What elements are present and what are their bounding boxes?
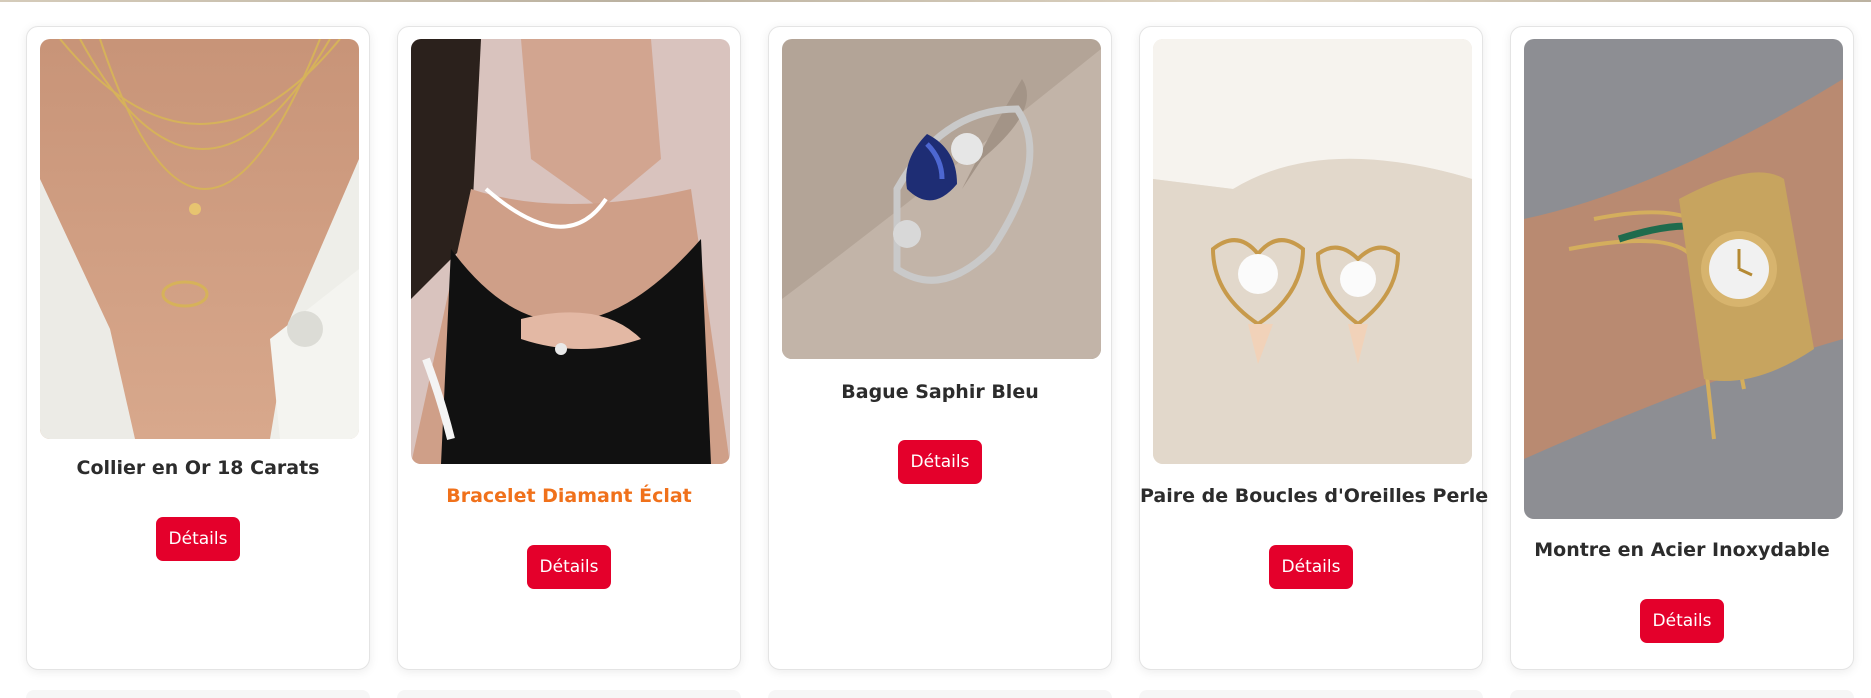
product-title: Collier en Or 18 Carats xyxy=(76,457,320,479)
details-button[interactable]: Détails xyxy=(1640,599,1724,643)
top-banner-edge xyxy=(0,0,1871,2)
product-card-ring[interactable]: Bague Saphir Bleu Détails xyxy=(768,26,1112,670)
details-button[interactable]: Détails xyxy=(156,517,240,561)
necklace-photo xyxy=(40,39,359,439)
product-image-watch[interactable] xyxy=(1524,39,1843,519)
next-row-card-edge xyxy=(768,690,1112,698)
product-image-bracelet[interactable] xyxy=(411,39,730,464)
product-card-bracelet[interactable]: Bracelet Diamant Éclat Détails xyxy=(397,26,741,670)
product-card-necklace[interactable]: Collier en Or 18 Carats Détails xyxy=(26,26,370,670)
product-image-ring[interactable] xyxy=(782,39,1101,359)
bracelet-photo xyxy=(411,39,730,464)
next-row-card-edge xyxy=(1510,690,1854,698)
product-image-necklace[interactable] xyxy=(40,39,359,439)
product-title: Bracelet Diamant Éclat xyxy=(446,485,692,507)
next-row-card-edge xyxy=(1139,690,1483,698)
product-title: Paire de Boucles d'Oreilles Perle xyxy=(1140,485,1489,507)
next-row-card-edge xyxy=(397,690,741,698)
product-card-watch[interactable]: Montre en Acier Inoxydable Détails xyxy=(1510,26,1854,670)
product-grid-page: Collier en Or 18 Carats Détails Bracelet… xyxy=(0,0,1871,698)
earrings-photo xyxy=(1153,39,1472,464)
product-card-earrings[interactable]: Paire de Boucles d'Oreilles Perle Détail… xyxy=(1139,26,1489,670)
details-button[interactable]: Détails xyxy=(1269,545,1353,589)
details-button[interactable]: Détails xyxy=(527,545,611,589)
watch-photo xyxy=(1524,39,1843,519)
next-row-card-edge xyxy=(26,690,370,698)
product-title: Bague Saphir Bleu xyxy=(841,381,1039,403)
ring-photo xyxy=(782,39,1101,359)
details-button[interactable]: Détails xyxy=(898,440,982,484)
product-image-earrings[interactable] xyxy=(1153,39,1472,464)
product-title: Montre en Acier Inoxydable xyxy=(1534,539,1830,561)
